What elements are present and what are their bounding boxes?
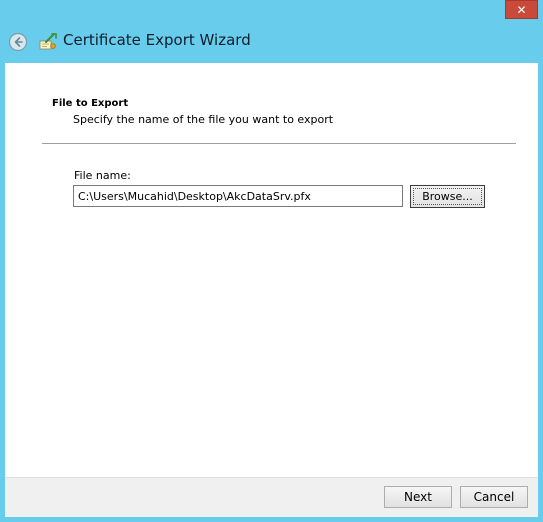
file-name-label: File name: — [74, 169, 131, 182]
focus-ring — [413, 188, 482, 205]
header-divider — [42, 143, 516, 144]
wizard-window: ✕ Certificate Export Wizard File to Expo… — [0, 0, 543, 522]
wizard-content: File to Export Specify the name of the f… — [5, 63, 538, 477]
cancel-button[interactable]: Cancel — [460, 486, 528, 508]
back-button[interactable] — [8, 32, 28, 52]
file-name-input[interactable] — [73, 185, 403, 207]
close-button[interactable]: ✕ — [505, 0, 538, 19]
certificate-wizard-icon — [38, 32, 58, 52]
next-button-label: Next — [404, 490, 432, 504]
page-description: Specify the name of the file you want to… — [73, 113, 334, 126]
title-bar: Certificate Export Wizard — [0, 27, 543, 57]
close-icon: ✕ — [516, 2, 527, 17]
back-arrow-icon — [8, 32, 28, 52]
window-title: Certificate Export Wizard — [63, 31, 251, 49]
page-heading: File to Export — [52, 98, 129, 109]
browse-button[interactable]: Browse... — [410, 185, 485, 208]
wizard-footer: Next Cancel — [5, 477, 538, 517]
next-button[interactable]: Next — [384, 486, 452, 508]
cancel-button-label: Cancel — [473, 490, 515, 504]
